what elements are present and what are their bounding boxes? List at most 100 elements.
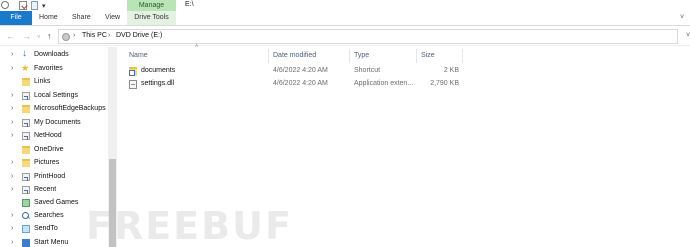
sidebar-item-label: Recent bbox=[34, 186, 57, 193]
expand-chevron-icon[interactable]: › bbox=[11, 225, 13, 232]
tab-share[interactable]: Share bbox=[72, 11, 91, 25]
expand-chevron-icon[interactable]: › bbox=[11, 159, 13, 166]
expand-chevron-icon[interactable]: › bbox=[11, 186, 13, 193]
sidebar-item-printhood[interactable]: › PrintHood bbox=[0, 171, 108, 184]
tab-drive-tools[interactable]: Drive Tools bbox=[127, 11, 176, 25]
send-to-icon bbox=[22, 225, 30, 233]
shortcut-folder-icon bbox=[22, 119, 30, 127]
expand-chevron-icon[interactable]: › bbox=[11, 92, 13, 99]
saved-games-icon bbox=[22, 199, 30, 207]
tab-file[interactable]: File bbox=[0, 11, 32, 25]
shortcut-folder-icon bbox=[22, 92, 30, 100]
column-header-size[interactable]: Size bbox=[421, 47, 435, 64]
column-divider[interactable] bbox=[416, 49, 417, 63]
file-type: Application exten... bbox=[354, 80, 414, 87]
new-folder-icon[interactable] bbox=[31, 1, 38, 10]
file-size: 2 KB bbox=[443, 67, 459, 74]
sidebar-item-downloads[interactable]: › Downloads bbox=[0, 48, 108, 62]
file-name: documents bbox=[141, 67, 176, 74]
sidebar-item-label: Downloads bbox=[34, 51, 69, 58]
column-divider[interactable] bbox=[349, 49, 350, 63]
sidebar-item-label: OneDrive bbox=[34, 146, 64, 153]
properties-icon[interactable] bbox=[19, 1, 27, 10]
sidebar-item-label: SendTo bbox=[34, 225, 58, 232]
sidebar-item-label: NetHood bbox=[34, 132, 62, 139]
back-arrow-icon[interactable]: ← bbox=[6, 30, 15, 42]
sidebar-item-label: My Documents bbox=[34, 119, 81, 126]
window-title: E:\ bbox=[185, 1, 194, 8]
address-bar[interactable]: › This PC › DVD Drive (E:) bbox=[58, 29, 678, 44]
shortcut-icon bbox=[129, 67, 137, 76]
forward-arrow-icon[interactable]: → bbox=[22, 30, 31, 42]
sidebar-item-label: Searches bbox=[34, 212, 64, 219]
up-arrow-icon[interactable]: ↑ bbox=[47, 30, 52, 42]
sidebar-item-nethood[interactable]: › NetHood bbox=[0, 130, 108, 143]
expand-chevron-icon[interactable]: › bbox=[11, 173, 13, 180]
shortcut-folder-icon bbox=[22, 132, 30, 140]
breadcrumb-dvd-drive[interactable]: DVD Drive (E:) bbox=[116, 32, 162, 39]
customize-quick-access-dropdown[interactable]: ▾ bbox=[42, 2, 46, 11]
expand-chevron-icon[interactable]: › bbox=[11, 105, 13, 112]
sidebar-item-recent[interactable]: › Recent bbox=[0, 184, 108, 197]
file-name: settings.dll bbox=[141, 80, 175, 87]
expand-chevron-icon[interactable]: › bbox=[11, 65, 13, 72]
sidebar-item-links[interactable]: Links bbox=[0, 76, 108, 89]
breadcrumb-separator-icon[interactable]: › bbox=[73, 32, 75, 39]
file-type: Shortcut bbox=[354, 67, 381, 74]
tab-view[interactable]: View bbox=[105, 11, 120, 25]
sidebar-item-label: PrintHood bbox=[34, 173, 66, 180]
shortcut-folder-icon bbox=[22, 173, 30, 181]
column-divider[interactable] bbox=[462, 49, 463, 63]
file-date-modified: 4/6/2022 4:20 AM bbox=[273, 67, 328, 74]
expand-chevron-icon[interactable]: › bbox=[11, 132, 13, 139]
expand-chevron-icon[interactable]: › bbox=[11, 119, 13, 126]
folder-icon bbox=[22, 78, 30, 86]
breadcrumb-separator-icon[interactable]: › bbox=[108, 32, 110, 39]
expand-chevron-icon[interactable]: › bbox=[11, 51, 13, 58]
contextual-tab-manage: Manage bbox=[127, 0, 176, 11]
breadcrumb-this-pc[interactable]: This PC bbox=[82, 32, 107, 39]
watermark: FREEBUF bbox=[86, 204, 293, 247]
star-icon bbox=[21, 63, 30, 74]
column-header-type[interactable]: Type bbox=[354, 47, 369, 64]
sidebar-item-label: MicrosoftEdgeBackups bbox=[34, 105, 106, 112]
sidebar-item-local-settings[interactable]: › Local Settings bbox=[0, 90, 108, 103]
sidebar-item-onedrive[interactable]: OneDrive bbox=[0, 144, 108, 157]
folder-icon bbox=[22, 105, 30, 113]
dll-file-icon bbox=[129, 80, 137, 89]
start-menu-icon bbox=[22, 239, 30, 247]
sidebar-item-pictures[interactable]: › Pictures bbox=[0, 157, 108, 170]
sidebar-item-microsoftedgebackups[interactable]: › MicrosoftEdgeBackups bbox=[0, 103, 108, 116]
tab-home[interactable]: Home bbox=[39, 11, 58, 25]
title-bar: ▾ Manage E:\ bbox=[0, 0, 690, 11]
sidebar-item-label: Saved Games bbox=[34, 199, 79, 206]
sidebar-item-my-documents[interactable]: › My Documents bbox=[0, 117, 108, 130]
file-size: 2,790 KB bbox=[430, 80, 459, 87]
sidebar-item-label: Pictures bbox=[34, 159, 60, 166]
sidebar-item-label: Local Settings bbox=[34, 92, 78, 99]
expand-chevron-icon[interactable]: › bbox=[11, 239, 13, 246]
file-row[interactable]: documents 4/6/2022 4:20 AM Shortcut 2 KB bbox=[119, 66, 690, 78]
expand-chevron-icon[interactable]: › bbox=[11, 212, 13, 219]
address-dropdown-icon[interactable]: ˅ bbox=[686, 32, 690, 39]
navigation-bar: ← → ˅ ↑ › This PC › DVD Drive (E:) ˅ bbox=[0, 27, 690, 46]
system-menu-icon[interactable] bbox=[1, 1, 9, 9]
file-row[interactable]: settings.dll 4/6/2022 4:20 AM Applicatio… bbox=[119, 79, 690, 91]
expand-ribbon-icon[interactable]: ˅ bbox=[680, 14, 684, 21]
download-icon bbox=[22, 48, 30, 59]
sort-indicator-icon: ˄ bbox=[195, 44, 199, 50]
column-header-date-modified[interactable]: Date modified bbox=[273, 47, 316, 64]
folder-icon bbox=[22, 146, 30, 154]
shortcut-folder-icon bbox=[22, 186, 30, 194]
column-divider[interactable] bbox=[268, 49, 269, 63]
column-header-name[interactable]: Name bbox=[129, 47, 148, 64]
sidebar-item-label: Favorites bbox=[34, 65, 63, 72]
sidebar-item-label: Start Menu bbox=[34, 239, 69, 246]
search-icon bbox=[22, 212, 30, 220]
dvd-drive-icon bbox=[62, 33, 70, 41]
recent-locations-dropdown-icon[interactable]: ˅ bbox=[37, 32, 41, 44]
sidebar-item-favorites[interactable]: › Favorites bbox=[0, 63, 108, 76]
sidebar-item-label: Links bbox=[34, 78, 51, 85]
ribbon-tabs: File Home Share View Drive Tools ˅ bbox=[0, 11, 690, 26]
file-date-modified: 4/6/2022 4:20 AM bbox=[273, 80, 328, 87]
